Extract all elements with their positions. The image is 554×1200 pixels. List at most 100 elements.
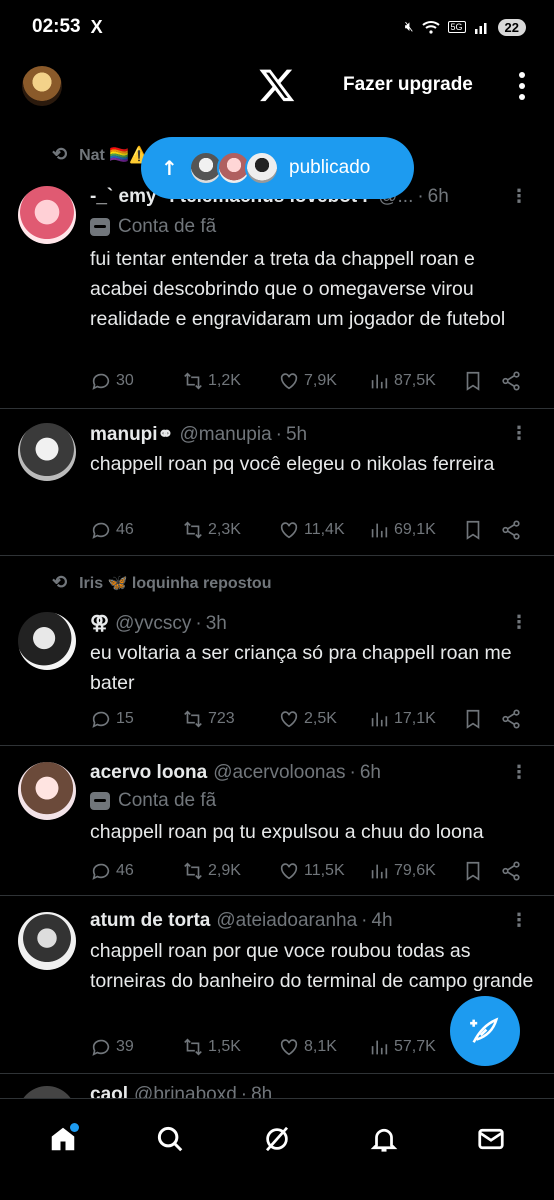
post-text: chappell roan pq você elegeu o nikolas f…	[90, 453, 495, 475]
share-icon	[502, 520, 520, 540]
repost-by: Iris 🦋 loquinha repostou	[79, 574, 272, 592]
like-button[interactable]: 2,5K	[278, 708, 368, 730]
repost-button[interactable]: 2,3K	[182, 519, 278, 541]
author-handle[interactable]: @manupia	[179, 424, 271, 446]
avatar[interactable]	[18, 612, 76, 670]
x-logo-icon[interactable]	[258, 66, 296, 104]
post[interactable]: manupi⚭ @manupia · 5h ⋮ chappell roan pq…	[0, 409, 554, 556]
views-button[interactable]: 87,5K	[368, 370, 462, 392]
like-button[interactable]: 11,4K	[278, 519, 368, 541]
views-button[interactable]: 79,6K	[368, 860, 462, 882]
bookmark-icon	[466, 709, 480, 729]
compose-feather-icon	[470, 1017, 499, 1043]
repost-icon	[184, 862, 202, 880]
heart-icon	[280, 711, 298, 728]
avatar[interactable]	[18, 912, 76, 970]
like-button[interactable]: 11,5K	[278, 860, 368, 882]
author-name[interactable]: acervo loona	[90, 762, 207, 784]
account-avatar[interactable]	[22, 66, 62, 106]
like-button[interactable]: 8,1K	[278, 1036, 368, 1058]
more-options-icon[interactable]	[512, 70, 532, 102]
repost-button[interactable]: 2,9K	[182, 860, 278, 882]
post-header: caol @brinaboxd · 8h	[90, 1084, 532, 1098]
bookmark-icon	[466, 861, 480, 881]
x-notification-icon: X	[90, 16, 103, 37]
new-posts-pill[interactable]: ↑ publicado	[141, 137, 414, 199]
post-time[interactable]: 3h	[206, 613, 227, 635]
author-name[interactable]: ⚢	[90, 612, 109, 635]
post-more-icon[interactable]: ⋮	[510, 614, 528, 632]
bookmark-button[interactable]	[462, 860, 500, 882]
author-handle[interactable]: @yvcscy	[115, 613, 191, 635]
nav-grok[interactable]	[247, 1109, 307, 1169]
reply-icon	[92, 863, 110, 880]
share-button[interactable]	[500, 519, 522, 541]
bookmark-button[interactable]	[462, 370, 500, 392]
post[interactable]: caol @brinaboxd · 8h	[0, 1074, 554, 1098]
post-time[interactable]: 5h	[286, 424, 307, 446]
avatar[interactable]	[18, 1086, 76, 1098]
heart-icon	[280, 522, 298, 539]
post-more-icon[interactable]: ⋮	[510, 425, 528, 443]
compose-button[interactable]	[450, 996, 520, 1066]
post[interactable]: ⟲ Iris 🦋 loquinha repostou ⚢ @yvcscy · 3…	[0, 556, 554, 746]
repost-button[interactable]: 1,2K	[182, 370, 278, 392]
post-more-icon[interactable]: ⋮	[510, 188, 528, 206]
share-icon	[502, 709, 520, 729]
avatar[interactable]	[18, 423, 76, 481]
views-button[interactable]: 17,1K	[368, 708, 462, 730]
reply-button[interactable]: 30	[90, 370, 182, 392]
bookmark-button[interactable]	[462, 708, 500, 730]
status-bar: 02:53 X 🔇︎ 5G 22	[0, 0, 554, 54]
wifi-icon	[421, 21, 440, 34]
bookmark-button[interactable]	[462, 519, 500, 541]
share-button[interactable]	[500, 708, 522, 730]
post-time[interactable]: 8h	[251, 1084, 272, 1098]
post[interactable]: acervo loona @acervoloonas · 6h ⋮ Conta …	[0, 746, 554, 896]
timeline-feed: ⟲ Nat 🏳️‍🌈⚠️ -_` emy *. telemachus loveb…	[0, 130, 554, 1098]
like-button[interactable]: 7,9K	[278, 370, 368, 392]
mask-icon	[90, 792, 110, 810]
reply-icon	[92, 1039, 110, 1056]
arrow-up-icon: ↑	[161, 156, 178, 180]
author-name[interactable]: caol	[90, 1084, 128, 1098]
author-name[interactable]: manupi⚭	[90, 423, 173, 446]
reply-button[interactable]: 39	[90, 1036, 182, 1058]
post-time[interactable]: 6h	[360, 762, 381, 784]
bottom-nav	[0, 1098, 554, 1178]
post-more-icon[interactable]: ⋮	[510, 764, 528, 782]
author-handle[interactable]: @acervoloonas	[213, 762, 345, 784]
avatar[interactable]	[18, 186, 76, 244]
grok-icon	[265, 1126, 289, 1151]
post-time[interactable]: 6h	[428, 186, 449, 208]
signal-icon	[474, 23, 487, 34]
repost-icon	[184, 1038, 202, 1056]
avatar[interactable]	[18, 762, 76, 820]
author-handle[interactable]: @ateiadoaranha	[216, 910, 357, 932]
post-actions: 46 2,9K 11,5K 79,6K	[90, 860, 530, 882]
nav-notifications[interactable]	[354, 1109, 414, 1169]
heart-icon	[280, 863, 298, 880]
author-handle[interactable]: @brinaboxd	[134, 1084, 237, 1098]
repost-button[interactable]: 1,5K	[182, 1036, 278, 1058]
post-more-icon[interactable]: ⋮	[510, 912, 528, 930]
author-name[interactable]: atum de torta	[90, 910, 210, 932]
pill-label: publicado	[289, 157, 371, 178]
share-button[interactable]	[500, 370, 522, 392]
nav-search[interactable]	[140, 1109, 200, 1169]
upgrade-button[interactable]: Fazer upgrade	[343, 74, 473, 96]
post-time[interactable]: 4h	[371, 910, 392, 932]
reply-button[interactable]: 46	[90, 519, 182, 541]
nav-home[interactable]	[33, 1109, 93, 1169]
views-button[interactable]: 69,1K	[368, 519, 462, 541]
reply-button[interactable]: 46	[90, 860, 182, 882]
views-icon	[371, 523, 388, 538]
repost-button[interactable]: 723	[182, 708, 278, 730]
views-button[interactable]: 57,7K	[368, 1036, 462, 1058]
repost-icon: ⟲	[52, 572, 68, 592]
status-time: 02:53	[32, 16, 81, 37]
nav-messages[interactable]	[461, 1109, 521, 1169]
pill-avatars	[189, 151, 279, 185]
share-button[interactable]	[500, 860, 522, 882]
reply-button[interactable]: 15	[90, 708, 182, 730]
